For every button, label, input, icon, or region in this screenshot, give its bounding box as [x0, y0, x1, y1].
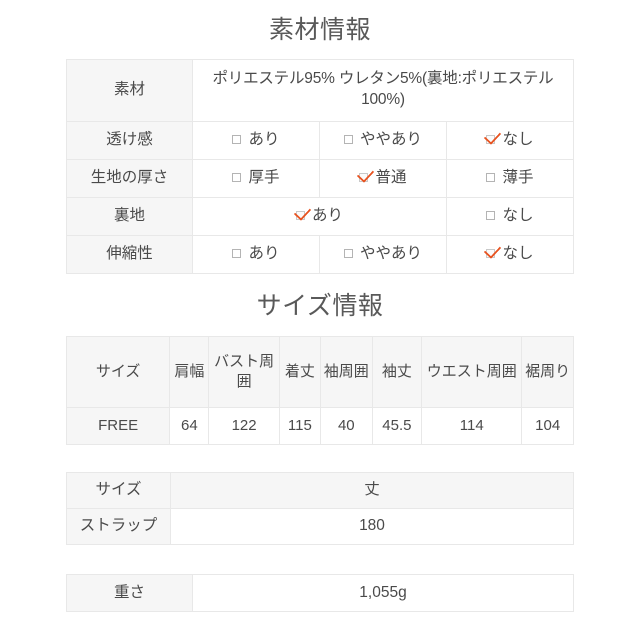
row-label-stretch: 伸縮性: [66, 235, 193, 274]
checkbox-option[interactable]: 普通: [359, 168, 407, 186]
option-label: なし: [502, 206, 534, 224]
checkbox-checked-icon[interactable]: [486, 249, 496, 259]
strap-row-label: ストラップ: [66, 508, 171, 545]
checkbox-unchecked-icon[interactable]: [486, 173, 496, 183]
size-cell-hem: 104: [521, 407, 574, 445]
row-label-material: 素材: [66, 59, 193, 122]
material-composition-value: ポリエステル95% ウレタン5%(裏地:ポリエステル100%): [192, 59, 574, 122]
checkbox-option[interactable]: ややあり: [343, 130, 422, 148]
checkbox-option[interactable]: あり: [232, 244, 280, 262]
checkbox-unchecked-icon[interactable]: [232, 249, 242, 259]
row-label-sheerness: 透け感: [66, 121, 193, 160]
size-cell-bust: 122: [208, 407, 280, 445]
stretch-option-cell-1[interactable]: あり: [192, 235, 320, 274]
option-label: 薄手: [502, 168, 534, 186]
thickness-option-cell-2[interactable]: 普通: [319, 159, 447, 198]
option-label: ややあり: [359, 130, 422, 148]
checkbox-option[interactable]: ややあり: [343, 244, 422, 262]
size-col-header-1: 肩幅: [169, 336, 210, 408]
checkbox-option[interactable]: なし: [486, 244, 534, 262]
checkbox-option[interactable]: なし: [486, 206, 534, 224]
weight-value: 1,055g: [192, 574, 574, 612]
size-info-table: サイズ 肩幅 バスト周囲 着丈 袖周囲 袖丈 ウエスト周囲 裾周り FREE 6…: [65, 336, 574, 445]
size-cell-sleeve-circumference: 40: [319, 407, 373, 445]
size-col-header-4: 袖周囲: [319, 336, 373, 408]
checkbox-checked-icon[interactable]: [359, 173, 369, 183]
size-col-header-6: ウエスト周囲: [421, 336, 523, 408]
sheerness-option-cell-3[interactable]: なし: [446, 121, 574, 160]
checkbox-option[interactable]: 薄手: [486, 168, 534, 186]
option-label: なし: [502, 244, 534, 262]
option-label: ややあり: [359, 244, 422, 262]
weight-table: 重さ 1,055g: [66, 574, 574, 612]
checkbox-option[interactable]: あり: [295, 206, 343, 224]
product-spec-page: 素材情報 素材 ポリエステル95% ウレタン5%(裏地:ポリエステル100%) …: [0, 0, 640, 640]
checkbox-unchecked-icon[interactable]: [232, 173, 242, 183]
sheerness-option-cell-2[interactable]: ややあり: [319, 121, 447, 160]
checkbox-unchecked-icon[interactable]: [343, 249, 353, 259]
material-section-title: 素材情報: [268, 16, 371, 44]
size-col-header-5: 袖丈: [371, 336, 423, 408]
size-cell-name: FREE: [65, 407, 171, 445]
table-row-material: 素材 ポリエステル95% ウレタン5%(裏地:ポリエステル100%): [66, 59, 574, 122]
option-label: 厚手: [248, 168, 280, 186]
sheerness-option-cell-1[interactable]: あり: [192, 121, 320, 160]
size-col-header-0: サイズ: [65, 336, 171, 408]
lining-option-cell-2[interactable]: なし: [446, 197, 574, 236]
checkbox-option[interactable]: あり: [232, 130, 280, 148]
size-cell-length: 115: [278, 407, 321, 445]
table-row-stretch: 伸縮性 あり ややあり なし: [66, 235, 574, 274]
material-info-table: 素材 ポリエステル95% ウレタン5%(裏地:ポリエステル100%) 透け感 あ…: [66, 59, 574, 274]
size-section-title: サイズ情報: [256, 292, 384, 320]
strap-col-header-0: サイズ: [66, 472, 171, 509]
lining-option-cell-1[interactable]: あり: [192, 197, 447, 236]
strap-size-table: サイズ 丈 ストラップ 180: [66, 472, 574, 545]
option-label: なし: [502, 130, 534, 148]
option-label: あり: [248, 244, 280, 262]
table-row-sheerness: 透け感 あり ややあり なし: [66, 121, 574, 160]
table-row-strap-header: サイズ 丈: [66, 472, 574, 509]
size-col-header-7: 裾周り: [521, 336, 574, 408]
thickness-option-cell-1[interactable]: 厚手: [192, 159, 320, 198]
checkbox-option[interactable]: 厚手: [232, 168, 280, 186]
checkbox-checked-icon[interactable]: [486, 135, 496, 145]
checkbox-checked-icon[interactable]: [295, 211, 305, 221]
table-row-thickness: 生地の厚さ 厚手 普通 薄手: [66, 159, 574, 198]
checkbox-option[interactable]: なし: [486, 130, 534, 148]
checkbox-unchecked-icon[interactable]: [232, 135, 242, 145]
size-cell-sleeve-length: 45.5: [371, 407, 423, 445]
weight-row-label: 重さ: [66, 574, 193, 612]
thickness-option-cell-3[interactable]: 薄手: [446, 159, 574, 198]
size-cell-waist: 114: [421, 407, 523, 445]
checkbox-unchecked-icon[interactable]: [343, 135, 353, 145]
option-label: 普通: [375, 168, 407, 186]
checkbox-unchecked-icon[interactable]: [486, 211, 496, 221]
table-row-size-header: サイズ 肩幅 バスト周囲 着丈 袖周囲 袖丈 ウエスト周囲 裾周り: [65, 336, 574, 408]
option-label: あり: [311, 206, 343, 224]
row-label-thickness: 生地の厚さ: [66, 159, 193, 198]
strap-col-header-1: 丈: [170, 472, 574, 509]
size-cell-shoulder: 64: [169, 407, 210, 445]
row-label-lining: 裏地: [66, 197, 193, 236]
size-col-header-3: 着丈: [278, 336, 321, 408]
table-row-lining: 裏地 あり なし: [66, 197, 574, 236]
stretch-option-cell-3[interactable]: なし: [446, 235, 574, 274]
table-row-strap: ストラップ 180: [66, 508, 574, 545]
table-row-weight: 重さ 1,055g: [66, 574, 574, 612]
size-col-header-2: バスト周囲: [208, 336, 280, 408]
strap-length-value: 180: [170, 508, 574, 545]
option-label: あり: [248, 130, 280, 148]
stretch-option-cell-2[interactable]: ややあり: [319, 235, 447, 274]
table-row-size-free: FREE 64 122 115 40 45.5 114 104: [65, 407, 574, 445]
